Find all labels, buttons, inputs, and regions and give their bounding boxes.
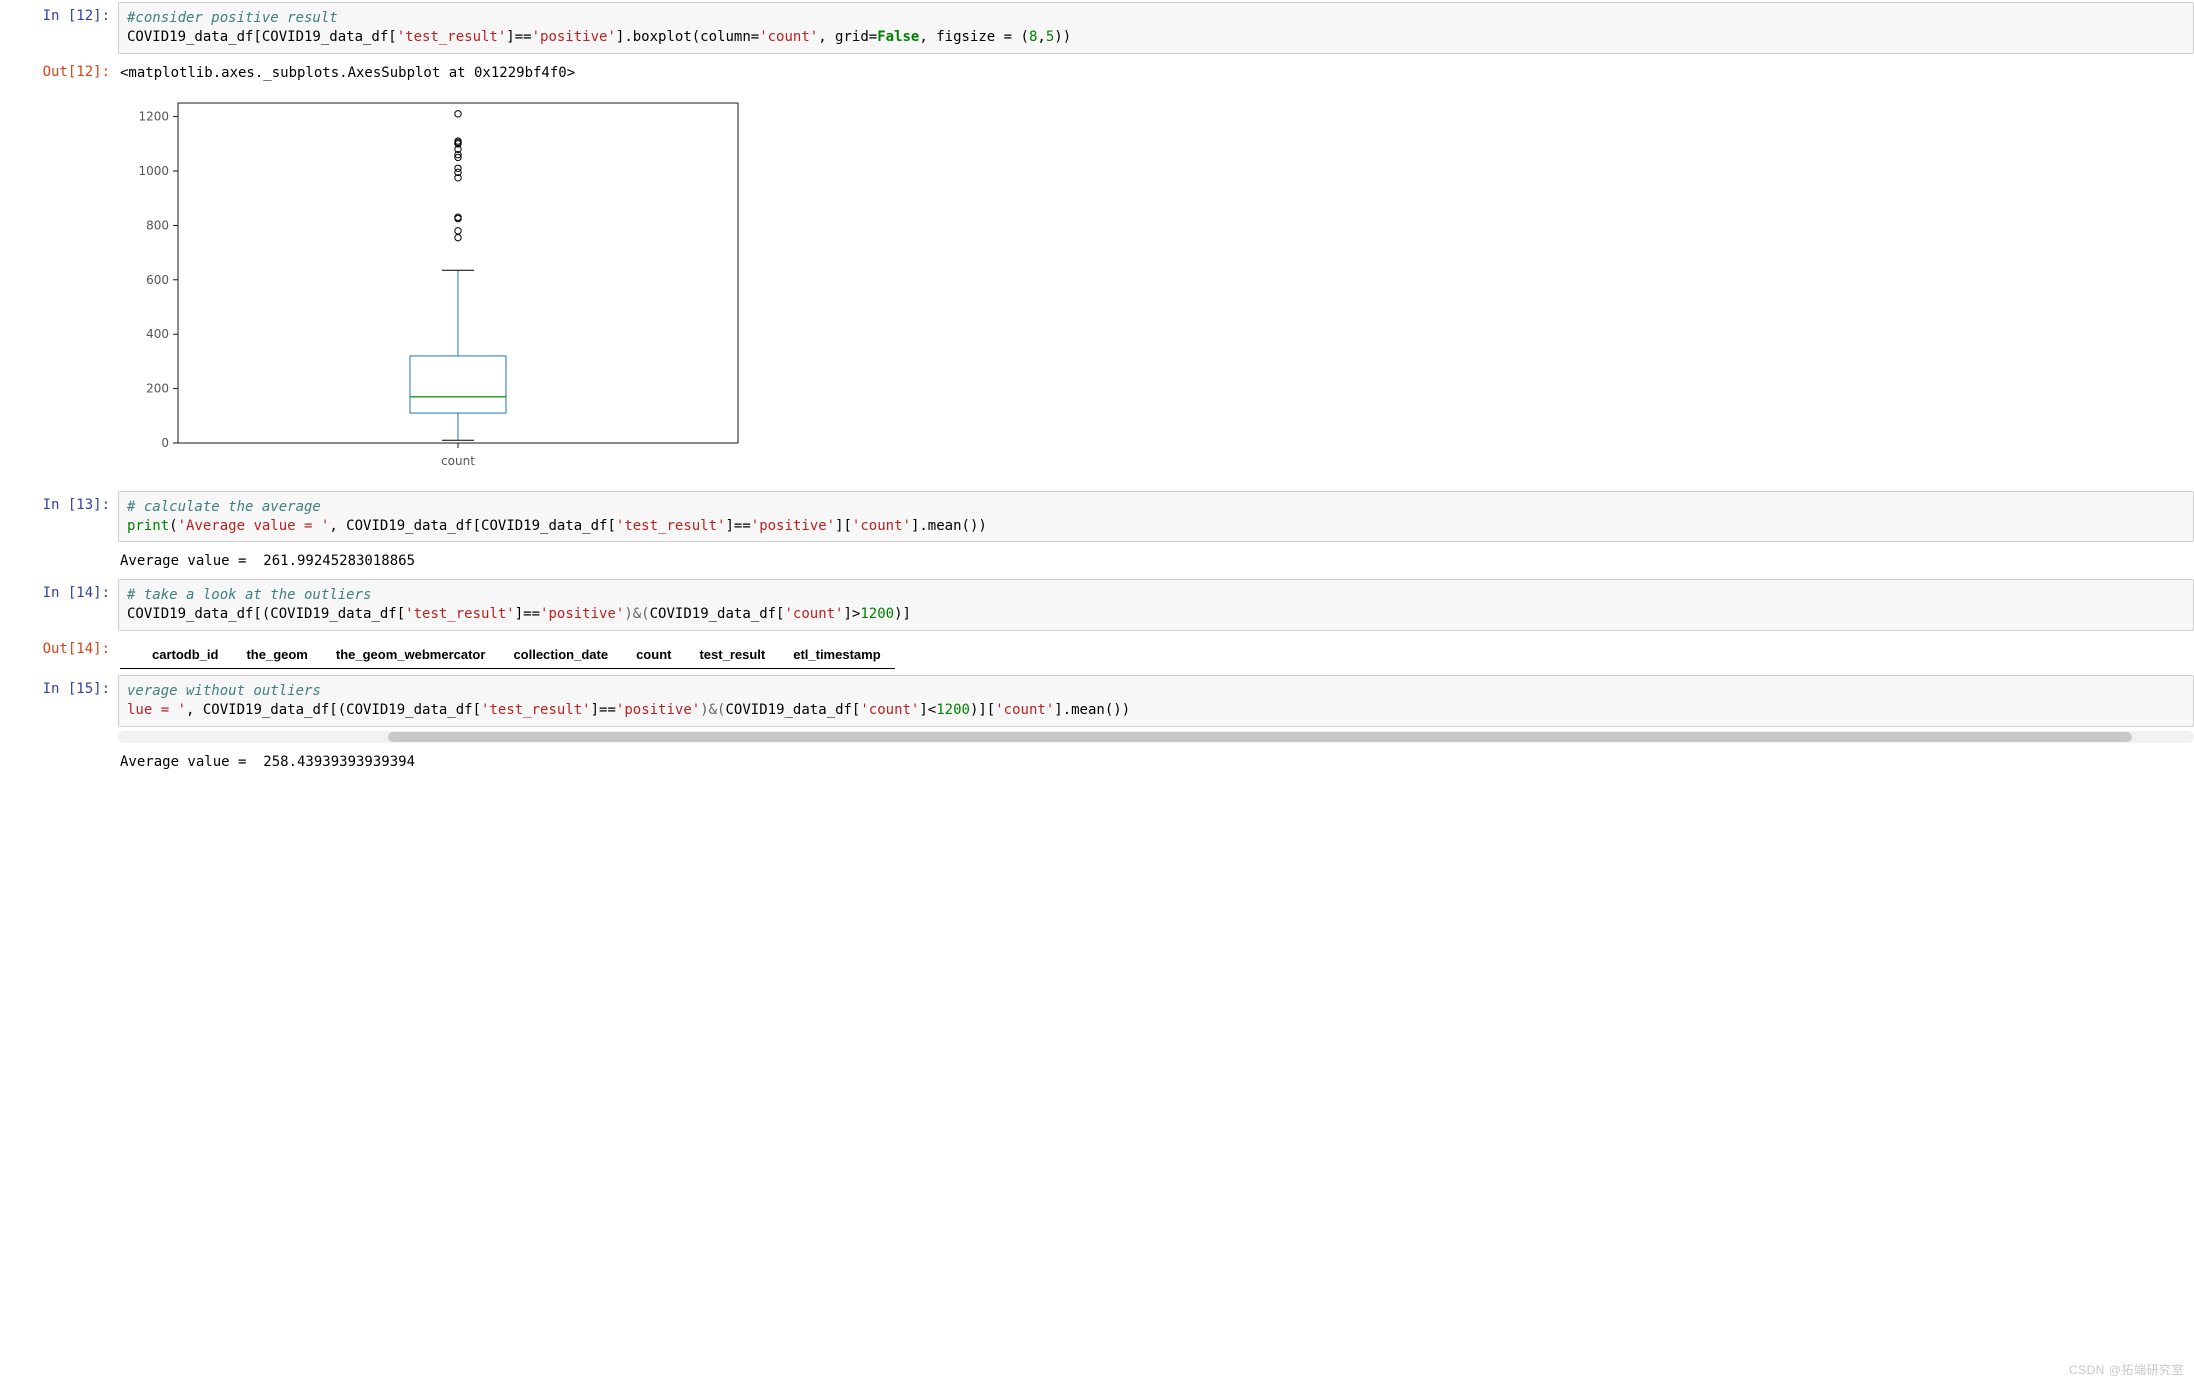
svg-text:400: 400 [146, 327, 169, 341]
code-input-14[interactable]: # take a look at the outliers COVID19_da… [118, 579, 2194, 631]
stdout-15: Average value = 258.43939393939394 [118, 747, 2194, 776]
code-input-15[interactable]: verage without outliers lue = ', COVID19… [118, 675, 2194, 727]
out-prompt-14: Out[14]: [0, 635, 118, 663]
column-header: etl_timestamp [779, 641, 894, 669]
comment: verage without outliers [127, 683, 321, 699]
cell-14-input: In [14]: # take a look at the outliers C… [0, 577, 2194, 633]
comment: #consider positive result [127, 10, 338, 26]
column-header: count [622, 641, 685, 669]
cell-12-output: Out[12]: <matplotlib.axes._subplots.Axes… [0, 56, 2194, 489]
index-header [120, 641, 138, 669]
in-prompt-14: In [14]: [0, 579, 118, 607]
svg-text:600: 600 [146, 272, 169, 286]
in-prompt-12: In [12]: [0, 2, 118, 30]
svg-text:1000: 1000 [138, 164, 169, 178]
svg-text:count: count [441, 454, 475, 468]
column-header: cartodb_id [138, 641, 232, 669]
cell-13-input: In [13]: # calculate the average print('… [0, 489, 2194, 545]
stdout-13: Average value = 261.99245283018865 [118, 546, 2194, 575]
column-header: the_geom [232, 641, 321, 669]
in-prompt-13: In [13]: [0, 491, 118, 519]
cell-15-input: In [15]: verage without outliers lue = '… [0, 673, 2194, 745]
cell-13-output: Average value = 261.99245283018865 [0, 544, 2194, 577]
svg-text:800: 800 [146, 218, 169, 232]
cell-14-output: Out[14]: cartodb_idthe_geomthe_geom_webm… [0, 633, 2194, 673]
code-input-13[interactable]: # calculate the average print('Average v… [118, 491, 2194, 543]
svg-text:1200: 1200 [138, 109, 169, 123]
svg-text:200: 200 [146, 381, 169, 395]
boxplot-figure: 0 200 400 600 800 1000 1200 count [118, 87, 2194, 487]
column-header: collection_date [499, 641, 622, 669]
dataframe-table: cartodb_idthe_geomthe_geom_webmercatorco… [120, 641, 895, 669]
in-prompt-15: In [15]: [0, 675, 118, 703]
cell-15-output: Average value = 258.43939393939394 [0, 745, 2194, 778]
output-repr-12: <matplotlib.axes._subplots.AxesSubplot a… [118, 58, 2194, 87]
column-header: test_result [685, 641, 779, 669]
watermark: CSDN @拓端研究室 [2069, 1361, 2184, 1378]
column-header: the_geom_webmercator [322, 641, 500, 669]
comment: # calculate the average [127, 499, 321, 515]
cell-12-input: In [12]: #consider positive result COVID… [0, 0, 2194, 56]
code-input-12[interactable]: #consider positive result COVID19_data_d… [118, 2, 2194, 54]
svg-text:0: 0 [161, 436, 169, 450]
out-prompt-12: Out[12]: [0, 58, 118, 86]
horizontal-scrollbar[interactable] [118, 731, 2194, 743]
comment: # take a look at the outliers [127, 587, 371, 603]
